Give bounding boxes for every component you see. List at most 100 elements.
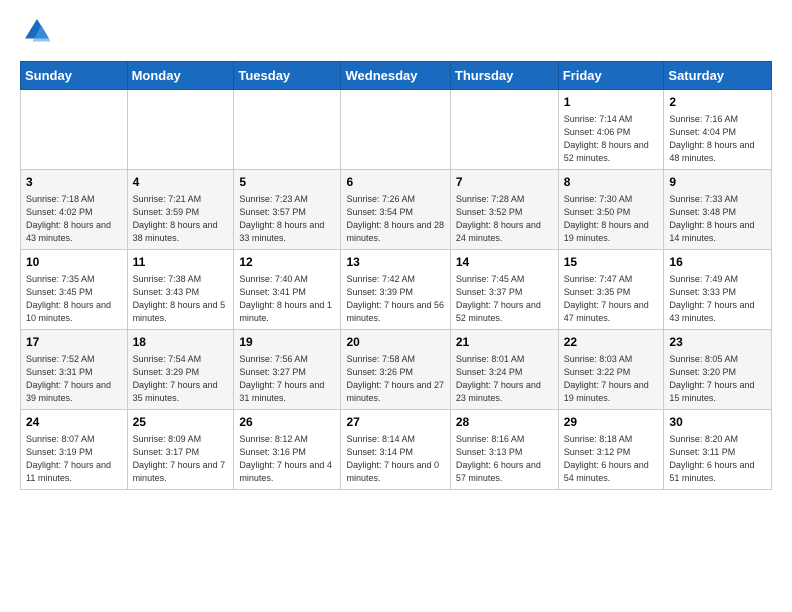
day-info: Sunrise: 7:30 AM Sunset: 3:50 PM Dayligh…: [564, 193, 659, 245]
day-info: Sunrise: 8:09 AM Sunset: 3:17 PM Dayligh…: [133, 433, 229, 485]
weekday-header-thursday: Thursday: [450, 62, 558, 90]
calendar-cell: 28 Sunrise: 8:16 AM Sunset: 3:13 PM Dayli…: [450, 409, 558, 489]
day-number: 28: [456, 414, 553, 431]
day-info: Sunrise: 7:47 AM Sunset: 3:35 PM Dayligh…: [564, 273, 659, 325]
day-number: 23: [669, 334, 766, 351]
day-info: Sunrise: 7:21 AM Sunset: 3:59 PM Dayligh…: [133, 193, 229, 245]
weekday-header-monday: Monday: [127, 62, 234, 90]
day-info: Sunrise: 8:12 AM Sunset: 3:16 PM Dayligh…: [239, 433, 335, 485]
logo: [20, 16, 56, 51]
calendar-header-row: SundayMondayTuesdayWednesdayThursdayFrid…: [21, 62, 772, 90]
day-info: Sunrise: 8:01 AM Sunset: 3:24 PM Dayligh…: [456, 353, 553, 405]
day-info: Sunrise: 7:14 AM Sunset: 4:06 PM Dayligh…: [564, 113, 659, 165]
calendar-cell: 25 Sunrise: 8:09 AM Sunset: 3:17 PM Dayli…: [127, 409, 234, 489]
day-number: 30: [669, 414, 766, 431]
day-number: 19: [239, 334, 335, 351]
calendar-cell: 9 Sunrise: 7:33 AM Sunset: 3:48 PM Daylig…: [664, 169, 772, 249]
calendar-cell: 15 Sunrise: 7:47 AM Sunset: 3:35 PM Dayli…: [558, 249, 664, 329]
day-info: Sunrise: 7:42 AM Sunset: 3:39 PM Dayligh…: [346, 273, 444, 325]
calendar-cell: [341, 90, 450, 170]
day-number: 20: [346, 334, 444, 351]
weekday-header-saturday: Saturday: [664, 62, 772, 90]
calendar-cell: 19 Sunrise: 7:56 AM Sunset: 3:27 PM Dayli…: [234, 329, 341, 409]
day-info: Sunrise: 7:35 AM Sunset: 3:45 PM Dayligh…: [26, 273, 122, 325]
calendar-cell: 20 Sunrise: 7:58 AM Sunset: 3:26 PM Dayli…: [341, 329, 450, 409]
calendar-week-row: 1 Sunrise: 7:14 AM Sunset: 4:06 PM Daylig…: [21, 90, 772, 170]
calendar-cell: [234, 90, 341, 170]
day-info: Sunrise: 8:05 AM Sunset: 3:20 PM Dayligh…: [669, 353, 766, 405]
day-info: Sunrise: 8:20 AM Sunset: 3:11 PM Dayligh…: [669, 433, 766, 485]
day-info: Sunrise: 8:16 AM Sunset: 3:13 PM Dayligh…: [456, 433, 553, 485]
day-info: Sunrise: 8:07 AM Sunset: 3:19 PM Dayligh…: [26, 433, 122, 485]
day-number: 15: [564, 254, 659, 271]
day-info: Sunrise: 7:49 AM Sunset: 3:33 PM Dayligh…: [669, 273, 766, 325]
day-info: Sunrise: 7:56 AM Sunset: 3:27 PM Dayligh…: [239, 353, 335, 405]
day-info: Sunrise: 7:28 AM Sunset: 3:52 PM Dayligh…: [456, 193, 553, 245]
day-number: 22: [564, 334, 659, 351]
day-number: 9: [669, 174, 766, 191]
day-number: 14: [456, 254, 553, 271]
day-number: 4: [133, 174, 229, 191]
calendar-cell: 4 Sunrise: 7:21 AM Sunset: 3:59 PM Daylig…: [127, 169, 234, 249]
weekday-header-sunday: Sunday: [21, 62, 128, 90]
day-number: 1: [564, 94, 659, 111]
day-number: 27: [346, 414, 444, 431]
calendar-cell: 3 Sunrise: 7:18 AM Sunset: 4:02 PM Daylig…: [21, 169, 128, 249]
calendar-cell: 24 Sunrise: 8:07 AM Sunset: 3:19 PM Dayli…: [21, 409, 128, 489]
day-info: Sunrise: 7:40 AM Sunset: 3:41 PM Dayligh…: [239, 273, 335, 325]
day-number: 21: [456, 334, 553, 351]
calendar-cell: 5 Sunrise: 7:23 AM Sunset: 3:57 PM Daylig…: [234, 169, 341, 249]
day-number: 5: [239, 174, 335, 191]
day-number: 24: [26, 414, 122, 431]
calendar-cell: 16 Sunrise: 7:49 AM Sunset: 3:33 PM Dayli…: [664, 249, 772, 329]
calendar-cell: 7Sunrise: 7:28 AM Sunset: 3:52 PM Daylig…: [450, 169, 558, 249]
day-number: 25: [133, 414, 229, 431]
calendar-cell: 2 Sunrise: 7:16 AM Sunset: 4:04 PM Daylig…: [664, 90, 772, 170]
calendar-week-row: 24 Sunrise: 8:07 AM Sunset: 3:19 PM Dayli…: [21, 409, 772, 489]
calendar-week-row: 3 Sunrise: 7:18 AM Sunset: 4:02 PM Daylig…: [21, 169, 772, 249]
calendar-week-row: 10 Sunrise: 7:35 AM Sunset: 3:45 PM Dayli…: [21, 249, 772, 329]
calendar-cell: 18Sunrise: 7:54 AM Sunset: 3:29 PM Dayli…: [127, 329, 234, 409]
day-number: 10: [26, 254, 122, 271]
day-number: 17: [26, 334, 122, 351]
calendar-cell: 1 Sunrise: 7:14 AM Sunset: 4:06 PM Daylig…: [558, 90, 664, 170]
calendar-cell: 22 Sunrise: 8:03 AM Sunset: 3:22 PM Dayli…: [558, 329, 664, 409]
day-info: Sunrise: 8:03 AM Sunset: 3:22 PM Dayligh…: [564, 353, 659, 405]
day-number: 26: [239, 414, 335, 431]
day-info: Sunrise: 7:23 AM Sunset: 3:57 PM Dayligh…: [239, 193, 335, 245]
day-number: 8: [564, 174, 659, 191]
day-number: 6: [346, 174, 444, 191]
day-info: Sunrise: 7:33 AM Sunset: 3:48 PM Dayligh…: [669, 193, 766, 245]
day-info: Sunrise: 7:52 AM Sunset: 3:31 PM Dayligh…: [26, 353, 122, 405]
day-info: Sunrise: 7:45 AM Sunset: 3:37 PM Dayligh…: [456, 273, 553, 325]
page: SundayMondayTuesdayWednesdayThursdayFrid…: [0, 0, 792, 500]
weekday-header-tuesday: Tuesday: [234, 62, 341, 90]
day-info: Sunrise: 7:16 AM Sunset: 4:04 PM Dayligh…: [669, 113, 766, 165]
day-number: 2: [669, 94, 766, 111]
day-number: 11: [133, 254, 229, 271]
day-number: 18: [133, 334, 229, 351]
day-number: 12: [239, 254, 335, 271]
calendar-cell: 26 Sunrise: 8:12 AM Sunset: 3:16 PM Dayli…: [234, 409, 341, 489]
day-info: Sunrise: 7:58 AM Sunset: 3:26 PM Dayligh…: [346, 353, 444, 405]
calendar-cell: [21, 90, 128, 170]
calendar-cell: 23 Sunrise: 8:05 AM Sunset: 3:20 PM Dayli…: [664, 329, 772, 409]
day-info: Sunrise: 7:18 AM Sunset: 4:02 PM Dayligh…: [26, 193, 122, 245]
calendar-cell: 29Sunrise: 8:18 AM Sunset: 3:12 PM Dayli…: [558, 409, 664, 489]
day-info: Sunrise: 7:38 AM Sunset: 3:43 PM Dayligh…: [133, 273, 229, 325]
calendar-cell: [127, 90, 234, 170]
calendar-cell: 13 Sunrise: 7:42 AM Sunset: 3:39 PM Dayli…: [341, 249, 450, 329]
calendar-cell: 17 Sunrise: 7:52 AM Sunset: 3:31 PM Dayli…: [21, 329, 128, 409]
calendar-cell: 8 Sunrise: 7:30 AM Sunset: 3:50 PM Daylig…: [558, 169, 664, 249]
logo-icon: [22, 16, 52, 46]
day-number: 13: [346, 254, 444, 271]
calendar-table: SundayMondayTuesdayWednesdayThursdayFrid…: [20, 61, 772, 490]
day-number: 3: [26, 174, 122, 191]
calendar-cell: 6Sunrise: 7:26 AM Sunset: 3:54 PM Daylig…: [341, 169, 450, 249]
calendar-cell: 12 Sunrise: 7:40 AM Sunset: 3:41 PM Dayli…: [234, 249, 341, 329]
calendar-cell: 27Sunrise: 8:14 AM Sunset: 3:14 PM Dayli…: [341, 409, 450, 489]
calendar-cell: 21 Sunrise: 8:01 AM Sunset: 3:24 PM Dayli…: [450, 329, 558, 409]
day-info: Sunrise: 8:18 AM Sunset: 3:12 PM Dayligh…: [564, 433, 659, 485]
day-number: 16: [669, 254, 766, 271]
calendar-cell: 14 Sunrise: 7:45 AM Sunset: 3:37 PM Dayli…: [450, 249, 558, 329]
